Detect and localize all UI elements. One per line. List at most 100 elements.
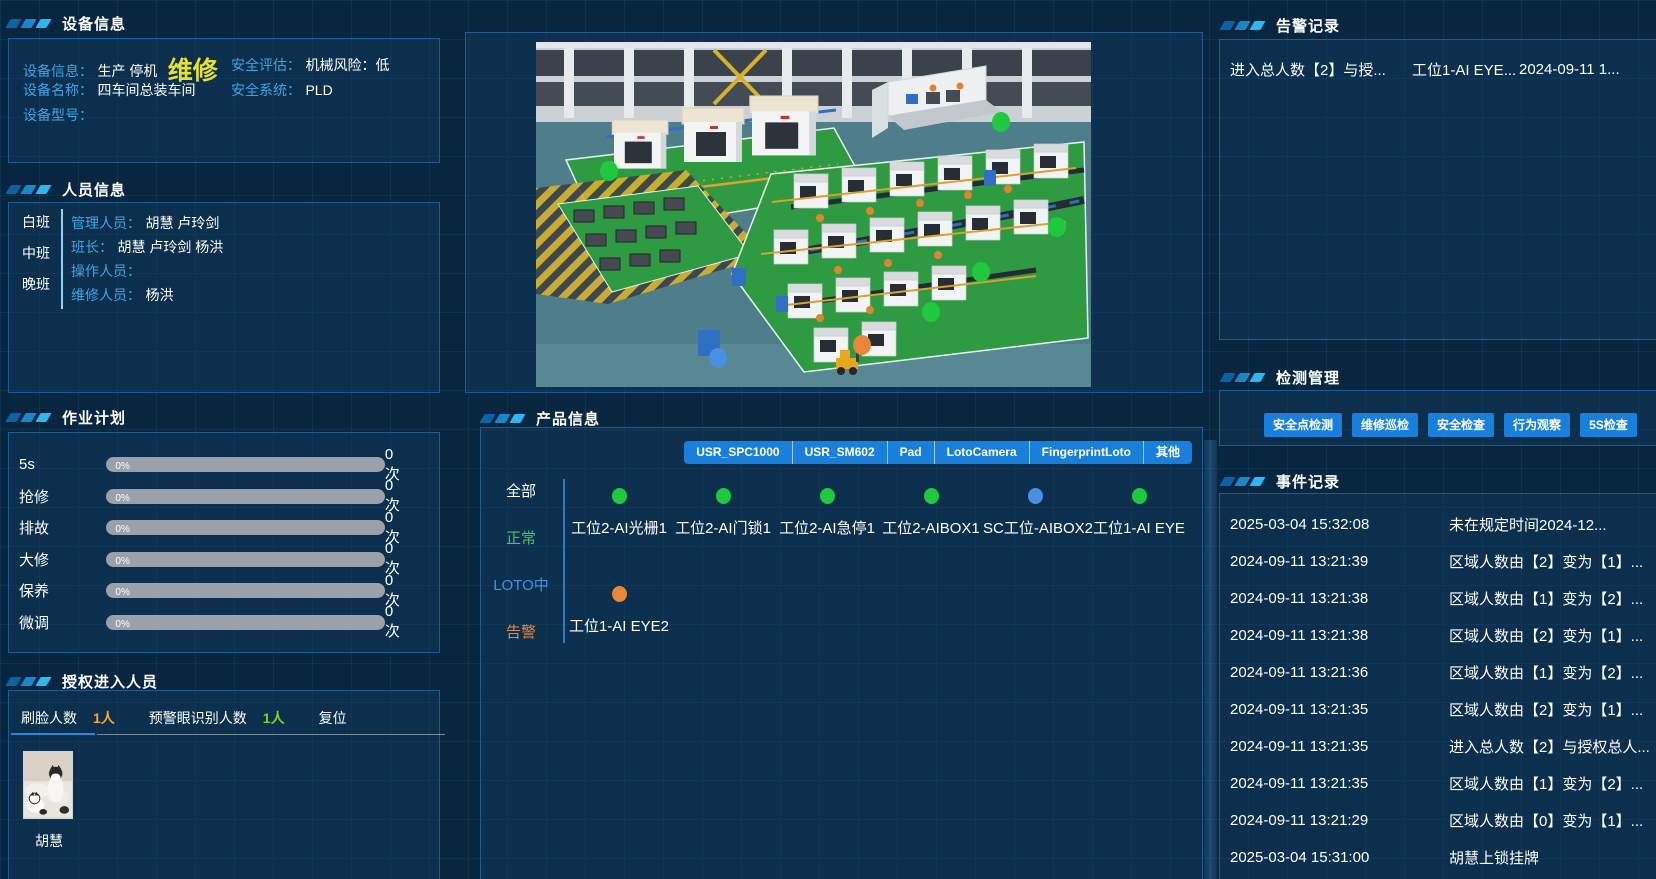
shift-tab[interactable]: 晚班	[13, 269, 59, 300]
device-status-dot	[612, 586, 627, 602]
face-scan-tab[interactable]: 刷脸人数	[21, 708, 77, 728]
device-status-dot	[612, 488, 627, 504]
factory-view-panel	[465, 32, 1203, 393]
chevrons-icon	[482, 414, 523, 423]
person-name: 胡慧	[23, 831, 75, 851]
reset-button[interactable]: 复位	[319, 708, 347, 728]
shift-tab[interactable]: 中班	[13, 238, 59, 269]
event-row[interactable]: 2024-09-11 13:21:29 区域人数由【0】变为【1】...	[1230, 802, 1650, 839]
event-time: 2025-03-04 15:32:08	[1230, 516, 1449, 533]
event-message: 胡慧上锁挂牌	[1449, 847, 1650, 868]
dashboard: 设备信息 设备信息： 生产 停机 维修 安全评估： 机械风险：低 设备名称： 四…	[0, 0, 1656, 879]
status-filter[interactable]: LOTO中	[481, 574, 561, 595]
device-item[interactable]: 工位2-AI门锁1	[671, 480, 775, 538]
product-type-button[interactable]: 其他	[1144, 441, 1192, 464]
work-plan-panel: 5s 0% 0次 抢修 0% 0次 排故 0% 0次 大修	[8, 432, 440, 653]
product-type-button[interactable]: USR_SM602	[793, 441, 888, 464]
event-records-panel: 2025-03-04 15:32:08 未在规定时间2024-12... 202…	[1219, 493, 1656, 879]
event-message: 未在规定时间2024-12...	[1449, 514, 1650, 535]
authorized-tabs: 刷脸人数 1人 预警眼识别人数 1人 复位	[21, 708, 347, 728]
device-list-row1: 工位2-AI光栅1 工位2-AI门锁1 工位2-AI急停1 工位2-AIBOX1	[567, 480, 1191, 538]
event-rows: 2025-03-04 15:32:08 未在规定时间2024-12... 202…	[1230, 506, 1650, 876]
event-row[interactable]: 2024-09-11 13:21:38 区域人数由【1】变为【2】...	[1230, 580, 1650, 617]
status-filter[interactable]: 全部	[481, 480, 561, 501]
inspection-button[interactable]: 安全检查	[1428, 413, 1494, 437]
factory-3d-view	[536, 42, 1091, 387]
person-photo	[23, 751, 73, 819]
plan-label: 排故	[19, 517, 106, 538]
device-item[interactable]: SC工位-AIBOX2	[983, 480, 1087, 538]
plan-percent: 0%	[106, 556, 129, 567]
device-status-dot[interactable]	[853, 335, 871, 355]
chevrons-icon	[8, 19, 49, 28]
inspection-button[interactable]: 安全点检测	[1264, 413, 1342, 437]
plan-label: 5s	[19, 456, 106, 473]
device-status-dot	[924, 488, 939, 504]
chevrons-icon	[8, 185, 49, 194]
section-header-work-plan: 作业计划	[8, 408, 126, 426]
device-item[interactable]: 工位2-AIBOX1	[879, 480, 983, 538]
event-row[interactable]: 2024-09-11 13:21:35 区域人数由【2】变为【1】...	[1230, 691, 1650, 728]
product-type-button[interactable]: Pad	[888, 441, 935, 464]
event-time: 2024-09-11 13:21:36	[1230, 664, 1449, 681]
device-item[interactable]: 工位2-AI光栅1	[567, 480, 671, 538]
event-row[interactable]: 2024-09-11 13:21:39 区域人数由【2】变为【1】...	[1230, 543, 1650, 580]
work-plan-rows: 5s 0% 0次 抢修 0% 0次 排故 0% 0次 大修	[19, 449, 427, 638]
product-type-button[interactable]: LotoCamera	[935, 441, 1030, 464]
event-row[interactable]: 2024-09-11 13:21:35 区域人数由【1】变为【2】...	[1230, 765, 1650, 802]
device-status-dot[interactable]	[992, 112, 1010, 132]
device-name: 工位2-AI光栅1	[567, 517, 671, 538]
warning-eye-count: 1人	[263, 708, 285, 728]
event-message: 区域人数由【2】变为【1】...	[1449, 699, 1650, 720]
device-status-dot[interactable]	[600, 161, 618, 181]
plan-percent: 0%	[106, 619, 129, 630]
personnel-field: 班长： 胡慧 卢玲剑 杨洪	[71, 235, 223, 259]
work-plan-row: 排故 0% 0次	[19, 512, 427, 544]
inspection-button[interactable]: 行为观察	[1504, 413, 1570, 437]
event-row[interactable]: 2025-03-04 15:32:08 未在规定时间2024-12...	[1230, 506, 1650, 543]
device-item[interactable]: 工位1-AI EYE	[1087, 480, 1191, 538]
product-type-button[interactable]: USR_SPC1000	[684, 441, 792, 464]
product-info-panel: USR_SPC1000USR_SM602PadLotoCameraFingerp…	[480, 427, 1203, 879]
device-item[interactable]: 工位2-AI急停1	[775, 480, 879, 538]
device-list-row2: 工位1-AI EYE2	[567, 578, 671, 636]
event-row[interactable]: 2024-09-11 13:21:38 区域人数由【2】变为【1】...	[1230, 617, 1650, 654]
status-filter[interactable]: 正常	[481, 527, 561, 548]
event-time: 2024-09-11 13:21:38	[1230, 627, 1449, 644]
plan-percent: 0%	[106, 493, 129, 504]
safety-system-field: 安全系统： PLD	[231, 80, 333, 100]
plan-percent: 0%	[106, 524, 129, 535]
warning-eye-tab[interactable]: 预警眼识别人数	[149, 708, 247, 728]
plan-label: 保养	[19, 580, 106, 601]
inspection-panel: 安全点检测维修巡检安全检查行为观察 5S检查	[1219, 390, 1656, 446]
inspection-button[interactable]: 维修巡检	[1352, 413, 1418, 437]
alarm-row[interactable]: 进入总人数【2】与授... 工位1-AI EYE... 2024-09-11 1…	[1230, 51, 1650, 88]
section-header-product-info: 产品信息	[482, 409, 600, 427]
device-status-dot[interactable]	[1048, 217, 1066, 237]
work-plan-row: 保养 0% 0次	[19, 575, 427, 607]
event-message: 区域人数由【0】变为【1】...	[1449, 810, 1650, 831]
device-item[interactable]: 工位1-AI EYE2	[567, 578, 671, 636]
device-status-dot[interactable]	[709, 348, 727, 368]
event-row[interactable]: 2025-03-04 15:31:00 胡慧上锁挂牌	[1230, 839, 1650, 876]
status-filter[interactable]: 告警	[481, 621, 561, 642]
event-row[interactable]: 2024-09-11 13:21:36 区域人数由【1】变为【2】...	[1230, 654, 1650, 691]
device-status-value: 生产 停机	[97, 63, 157, 79]
inspection-button[interactable]: 5S检查	[1580, 413, 1637, 437]
product-type-button[interactable]: FingerprintLoto	[1030, 441, 1144, 464]
product-type-buttons: USR_SPC1000USR_SM602PadLotoCameraFingerp…	[684, 441, 1192, 464]
personnel-field: 维修人员： 杨洪	[71, 283, 223, 307]
authorized-person-card[interactable]: 胡慧	[23, 751, 75, 851]
device-status-dot[interactable]	[922, 302, 940, 322]
device-info-panel: 设备信息： 生产 停机 维修 安全评估： 机械风险：低 设备名称： 四车间总装车…	[8, 38, 440, 163]
event-row[interactable]: 2024-09-11 13:21:35 进入总人数【2】与授权总人...	[1230, 728, 1650, 765]
alarm-source: 工位1-AI EYE...	[1412, 59, 1519, 80]
event-message: 区域人数由【1】变为【2】...	[1449, 662, 1650, 683]
inspection-buttons: 安全点检测维修巡检安全检查行为观察 5S检查	[1264, 413, 1637, 437]
plan-percent: 0%	[106, 461, 129, 472]
shift-tab[interactable]: 白班	[13, 207, 59, 238]
work-plan-row: 大修 0% 0次	[19, 544, 427, 576]
device-status-dot[interactable]	[972, 262, 990, 282]
face-scan-count: 1人	[93, 708, 115, 728]
event-time: 2024-09-11 13:21:35	[1230, 701, 1449, 718]
